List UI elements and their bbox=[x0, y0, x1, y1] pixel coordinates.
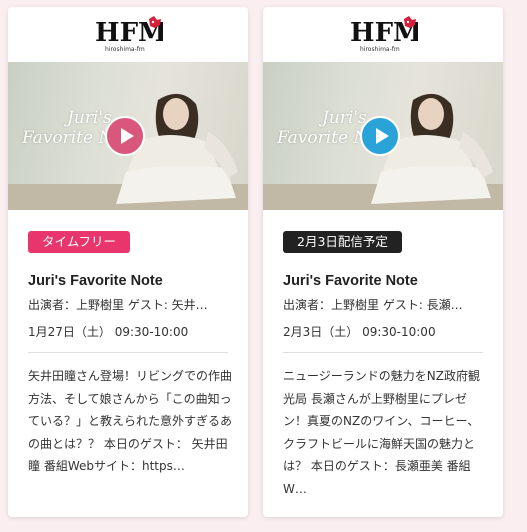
program-title[interactable]: Juri's Favorite Note bbox=[283, 273, 418, 289]
divider bbox=[283, 352, 483, 353]
program-thumbnail[interactable]: Juri's Favorite Note bbox=[263, 62, 503, 210]
program-card[interactable]: HFM hiroshima-fm Juri's Favorite Note タイ… bbox=[8, 7, 248, 517]
status-badge: 2月3日配信予定 bbox=[283, 231, 402, 253]
svg-text:hiroshima-fm: hiroshima-fm bbox=[105, 46, 145, 53]
play-icon bbox=[375, 128, 389, 144]
station-logo: HFM hiroshima-fm bbox=[8, 7, 248, 62]
program-description: ニュージーランドの魅力をNZ政府観光局 長瀬さんが上野樹里にプレゼン！真夏のNZ… bbox=[283, 369, 480, 496]
performer-text: 出演者：上野樹里 ゲスト: 矢井… bbox=[28, 298, 208, 312]
program-title[interactable]: Juri's Favorite Note bbox=[28, 273, 163, 289]
play-button[interactable] bbox=[360, 116, 400, 156]
divider bbox=[28, 352, 228, 353]
station-logo: HFM hiroshima-fm bbox=[263, 7, 503, 62]
svg-text:hiroshima-fm: hiroshima-fm bbox=[360, 46, 400, 53]
program-card[interactable]: HFM hiroshima-fm Juri's Favorite Note 2月… bbox=[263, 7, 503, 517]
play-icon bbox=[120, 128, 134, 144]
broadcast-datetime: 2月3日（土） 09:30-10:00 bbox=[283, 325, 436, 339]
program-description: 矢井田瞳さん登場！リビングでの作曲方法、そして娘さんから「この曲知っている？」と… bbox=[28, 369, 233, 473]
play-button[interactable] bbox=[105, 116, 145, 156]
performer-text: 出演者：上野樹里 ゲスト: 長瀬… bbox=[283, 298, 463, 312]
broadcast-datetime: 1月27日（土） 09:30-10:00 bbox=[28, 325, 189, 339]
status-badge: タイムフリー bbox=[28, 231, 131, 253]
program-thumbnail[interactable]: Juri's Favorite Note bbox=[8, 62, 248, 210]
